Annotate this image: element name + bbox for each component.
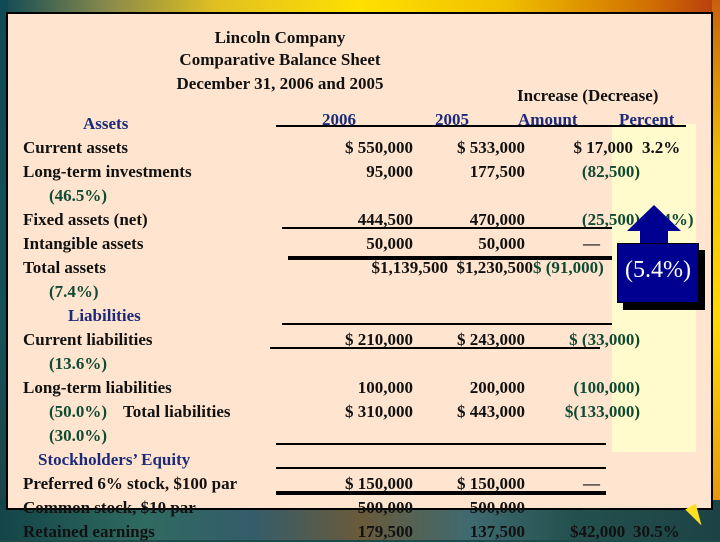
value-2005: 177,500	[469, 162, 525, 181]
up-arrow-icon	[627, 205, 681, 231]
rule	[270, 347, 600, 349]
row-label: Total assets	[23, 258, 106, 277]
value-2006: 50,000	[366, 234, 413, 253]
row-label: Intangible assets	[23, 234, 144, 253]
column-amount: Amount	[518, 110, 578, 129]
value-2005: 200,000	[469, 378, 525, 397]
callout-text: (5.4%)	[625, 257, 691, 283]
value-2006: 179,500	[357, 522, 413, 541]
row-label: Total liabilities	[123, 402, 231, 421]
row-label: Current liabilities	[23, 330, 153, 349]
amount-change: —	[583, 498, 600, 517]
section-assets: Assets	[83, 114, 129, 133]
background-right	[712, 0, 720, 540]
amount-change: $ 17,000	[573, 138, 634, 157]
value-2006: 500,000	[357, 498, 413, 517]
value-2005: 137,500	[469, 522, 525, 541]
percent-change: 3.2%	[642, 138, 681, 157]
rule	[282, 227, 612, 229]
increase-decrease-heading: Increase (Decrease)	[517, 86, 659, 105]
amount-change: —	[583, 234, 600, 253]
row-label: Fixed assets (net)	[23, 210, 148, 229]
rule	[282, 323, 612, 325]
percent-change: (13.6%)	[49, 354, 108, 373]
value-2005: $ 533,000	[457, 138, 525, 157]
row-label: Long-term liabilities	[23, 378, 172, 397]
report-title: Comparative Balance Sheet	[179, 50, 381, 69]
row-label: Common stock, $10 par	[23, 498, 196, 517]
value-2006: 100,000	[357, 378, 413, 397]
percent-change: 30.5%	[633, 522, 680, 541]
amount-change: (82,500)	[581, 162, 640, 181]
value-2005: $ 443,000	[457, 402, 525, 421]
rule	[276, 443, 606, 445]
value-2006: $ 310,000	[345, 402, 413, 421]
section-equity: Stockholders’ Equity	[38, 450, 191, 469]
rule	[276, 491, 606, 495]
column-2005: 2005	[435, 110, 469, 129]
percent-change: (7.4%)	[49, 282, 99, 301]
percent-change: (30.0%)	[49, 426, 108, 445]
amount-change: $(133,000)	[564, 402, 640, 421]
company-name: Lincoln Company	[214, 28, 346, 47]
row-label: Long-term investments	[23, 162, 192, 181]
header-rule	[276, 125, 686, 127]
percent-change: (46.5%)	[49, 186, 108, 205]
section-liabilities: Liabilities	[68, 306, 141, 325]
amount-change: $ (91,000)	[533, 258, 604, 277]
report-date: December 31, 2006 and 2005	[176, 74, 384, 93]
percent-change: (50.0%)	[49, 402, 108, 421]
value-2006: 95,000	[366, 162, 413, 181]
amount-change: $42,000	[570, 522, 626, 541]
value-2006: $ 550,000	[345, 138, 413, 157]
row-label: Retained earnings	[23, 522, 155, 541]
column-2006: 2006	[322, 110, 356, 129]
rule	[276, 467, 606, 469]
row-label: Current assets	[23, 138, 128, 157]
amount-change: (100,000)	[573, 378, 640, 397]
row-label: Preferred 6% stock, $100 par	[23, 474, 238, 493]
value-2005: $1,230,500	[456, 258, 534, 277]
column-percent: Percent	[619, 110, 675, 129]
value-2005: 50,000	[478, 234, 525, 253]
value-2005: 500,000	[469, 498, 525, 517]
